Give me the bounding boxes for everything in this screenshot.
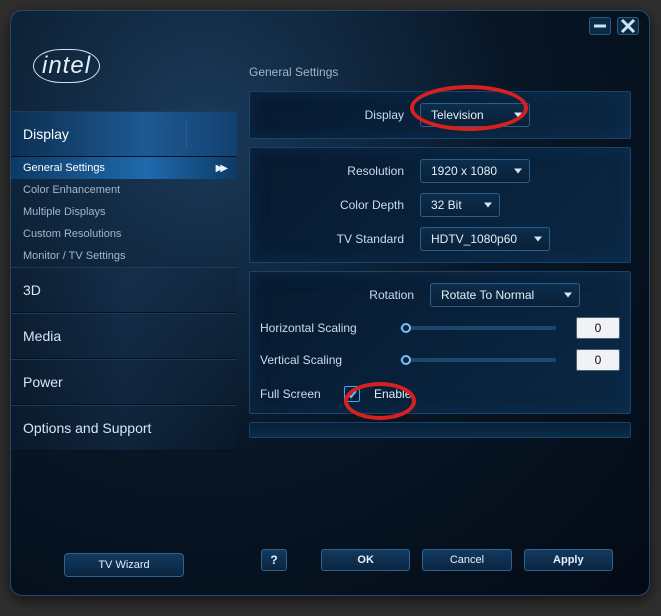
chevron-down-icon bbox=[514, 113, 522, 118]
label-full-screen: Full Screen bbox=[260, 387, 330, 401]
label-color-depth: Color Depth bbox=[260, 198, 410, 212]
dropdown-value: 32 Bit bbox=[431, 198, 462, 212]
chevron-down-icon bbox=[484, 203, 492, 208]
nav-power[interactable]: Power bbox=[11, 359, 237, 405]
main-panel: General Settings Display Television Reso… bbox=[237, 41, 649, 595]
h-scaling-slider[interactable] bbox=[400, 326, 556, 330]
color-depth-dropdown[interactable]: 32 Bit bbox=[420, 193, 500, 217]
nav-display[interactable]: Display bbox=[11, 111, 237, 157]
minimize-button[interactable] bbox=[589, 17, 611, 35]
label-tv-standard: TV Standard bbox=[260, 232, 410, 246]
group-layout: Rotation Rotate To Normal Horizontal Sca… bbox=[249, 271, 631, 414]
nav-3d[interactable]: 3D bbox=[11, 267, 237, 313]
separator-bar bbox=[249, 422, 631, 438]
dropdown-value: Television bbox=[431, 108, 484, 122]
dropdown-value: HDTV_1080p60 bbox=[431, 232, 517, 246]
ok-button[interactable]: OK bbox=[321, 549, 410, 571]
h-scaling-value[interactable] bbox=[576, 317, 620, 339]
label-display: Display bbox=[260, 108, 410, 122]
titlebar bbox=[11, 11, 649, 41]
label-resolution: Resolution bbox=[260, 164, 410, 178]
cancel-button[interactable]: Cancel bbox=[422, 549, 511, 571]
tv-wizard-button[interactable]: TV Wizard bbox=[64, 553, 184, 577]
full-screen-checkbox[interactable] bbox=[344, 386, 360, 402]
tv-standard-dropdown[interactable]: HDTV_1080p60 bbox=[420, 227, 550, 251]
slider-thumb[interactable] bbox=[401, 355, 411, 365]
subnav-multiple-displays[interactable]: Multiple Displays bbox=[11, 201, 237, 223]
display-dropdown[interactable]: Television bbox=[420, 103, 530, 127]
chevron-down-icon bbox=[514, 169, 522, 174]
chevron-down-icon bbox=[564, 293, 572, 298]
nav-options-support[interactable]: Options and Support bbox=[11, 405, 237, 451]
dropdown-value: 1920 x 1080 bbox=[431, 164, 497, 178]
subnav-custom-resolutions[interactable]: Custom Resolutions bbox=[11, 223, 237, 245]
resolution-dropdown[interactable]: 1920 x 1080 bbox=[420, 159, 530, 183]
subnav-label: General Settings bbox=[23, 162, 105, 174]
footer: ? OK Cancel Apply bbox=[249, 535, 631, 585]
nav-label: Display bbox=[23, 126, 69, 142]
label-v-scaling: Vertical Scaling bbox=[260, 353, 380, 367]
section-title: General Settings bbox=[249, 65, 631, 79]
intel-graphics-window: intel Display General Settings ▶▶ Color … bbox=[10, 10, 650, 596]
subnav-general-settings[interactable]: General Settings ▶▶ bbox=[11, 157, 237, 179]
subnav-monitor-tv-settings[interactable]: Monitor / TV Settings bbox=[11, 245, 237, 267]
subnav-color-enhancement[interactable]: Color Enhancement bbox=[11, 179, 237, 201]
intel-logo: intel bbox=[11, 41, 237, 111]
v-scaling-value[interactable] bbox=[576, 349, 620, 371]
group-display: Display Television bbox=[249, 91, 631, 139]
chevron-down-icon bbox=[534, 237, 542, 242]
close-button[interactable] bbox=[617, 17, 639, 35]
help-button[interactable]: ? bbox=[261, 549, 287, 571]
sidebar: intel Display General Settings ▶▶ Color … bbox=[11, 41, 237, 595]
nav-media[interactable]: Media bbox=[11, 313, 237, 359]
dropdown-value: Rotate To Normal bbox=[441, 288, 534, 302]
enable-label: Enable bbox=[374, 387, 411, 401]
label-h-scaling: Horizontal Scaling bbox=[260, 321, 380, 335]
apply-button[interactable]: Apply bbox=[524, 549, 613, 571]
slider-thumb[interactable] bbox=[401, 323, 411, 333]
group-video: Resolution 1920 x 1080 Color Depth 32 Bi… bbox=[249, 147, 631, 263]
rotation-dropdown[interactable]: Rotate To Normal bbox=[430, 283, 580, 307]
chevron-right-icon: ▶▶ bbox=[216, 163, 225, 174]
v-scaling-slider[interactable] bbox=[400, 358, 556, 362]
label-rotation: Rotation bbox=[260, 288, 420, 302]
